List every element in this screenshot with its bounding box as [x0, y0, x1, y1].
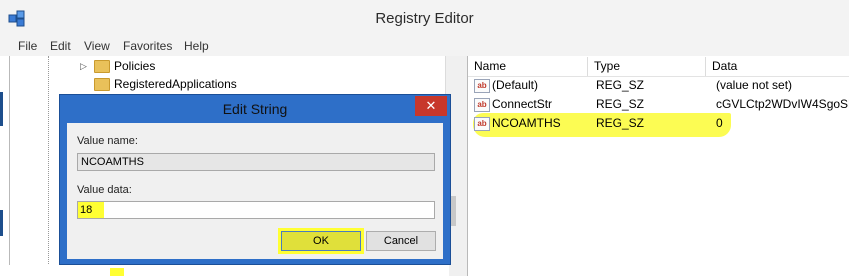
value-name: ConnectStr [492, 97, 553, 111]
menu-edit[interactable]: Edit [50, 39, 71, 53]
string-value-icon: ab [474, 79, 490, 93]
menu-favorites[interactable]: Favorites [123, 39, 172, 53]
edge-artifact [0, 92, 3, 126]
edit-string-dialog: Edit String ✕ Value name: NCOAMTHS Value… [59, 94, 451, 265]
values-list-pane[interactable]: Name Type Data ab (Default) REG_SZ (valu… [467, 56, 849, 276]
expand-arrow-icon[interactable]: ▷ [80, 57, 90, 75]
menu-bar: File Edit View Favorites Help [0, 36, 849, 56]
tree-item-label: RegisteredApplications [114, 77, 237, 91]
cancel-button[interactable]: Cancel [366, 231, 436, 251]
column-header-type[interactable]: Type [588, 57, 706, 76]
value-data-text: 18 [78, 202, 105, 218]
folder-icon [94, 78, 110, 91]
pane-splitter[interactable] [459, 56, 467, 276]
list-row[interactable]: ab (Default) REG_SZ (value not set) [468, 76, 849, 95]
dialog-title: Edit String [222, 101, 288, 117]
tree-item-policies[interactable]: ▷ Policies [80, 57, 440, 75]
value-name: NCOAMTHS [492, 116, 561, 130]
menu-view[interactable]: View [84, 39, 110, 53]
value-data: 0 [716, 116, 723, 130]
tree-item-registeredapplications[interactable]: RegisteredApplications [80, 75, 440, 93]
tree-item-label: Policies [114, 59, 156, 73]
value-data: (value not set) [716, 78, 793, 92]
highlight-marker [110, 268, 124, 276]
folder-icon [94, 60, 110, 73]
ok-button[interactable]: OK [281, 231, 361, 251]
value-data: cGVLCtp2WDvIW4SgoSD9 [716, 97, 849, 111]
value-type: REG_SZ [596, 116, 645, 130]
string-value-icon: ab [474, 98, 490, 112]
value-name-field: NCOAMTHS [77, 153, 435, 171]
list-row[interactable]: ab ConnectStr REG_SZ cGVLCtp2WDvIW4SgoSD… [468, 95, 849, 114]
list-row-selected[interactable]: ab NCOAMTHS REG_SZ 0 [468, 114, 849, 133]
column-header-name[interactable]: Name [468, 57, 588, 76]
window-title: Registry Editor [375, 10, 474, 27]
tree-pane-bottom [9, 265, 449, 276]
value-data-label: Value data: [77, 184, 132, 196]
menu-file[interactable]: File [18, 39, 37, 53]
title-bar: Registry Editor [0, 0, 849, 37]
value-type: REG_SZ [596, 78, 645, 92]
edge-artifact [0, 210, 3, 236]
dialog-body: Value name: NCOAMTHS Value data: 18 OK C… [67, 123, 443, 259]
tree-guide-line [48, 56, 49, 276]
value-type: REG_SZ [596, 97, 645, 111]
string-value-icon: ab [474, 117, 490, 131]
value-data-input[interactable]: 18 [77, 201, 435, 219]
column-header-data[interactable]: Data [706, 57, 849, 76]
value-name: (Default) [492, 78, 539, 92]
menu-help[interactable]: Help [184, 39, 209, 53]
value-name-label: Value name: [77, 135, 138, 147]
close-icon[interactable]: ✕ [415, 96, 447, 116]
